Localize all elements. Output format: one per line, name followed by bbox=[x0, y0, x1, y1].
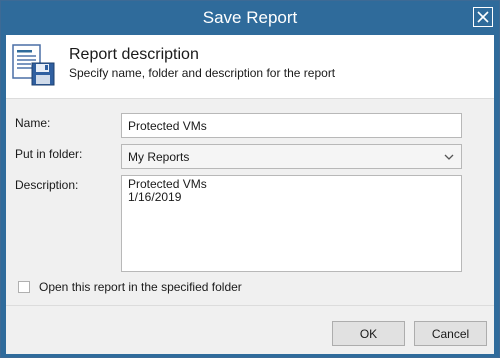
header-subtitle: Specify name, folder and description for… bbox=[69, 66, 336, 80]
window-title: Save Report bbox=[202, 8, 298, 27]
report-save-icon bbox=[12, 44, 55, 86]
close-icon bbox=[477, 11, 489, 23]
save-report-dialog: Save Report Report description Specify n… bbox=[0, 0, 500, 358]
open-report-label: Open this report in the specified folder bbox=[39, 280, 242, 294]
report-form: Name: Protected VMs Put in folder: My Re… bbox=[6, 99, 494, 307]
folder-label: Put in folder: bbox=[15, 147, 83, 161]
description-label: Description: bbox=[15, 178, 79, 192]
close-button[interactable] bbox=[473, 7, 493, 27]
chevron-down-icon[interactable] bbox=[437, 145, 461, 168]
folder-select[interactable]: My Reports bbox=[121, 144, 462, 169]
folder-select-value: My Reports bbox=[128, 150, 190, 164]
dialog-body: Report description Specify name, folder … bbox=[6, 35, 494, 354]
open-report-checkbox[interactable] bbox=[18, 281, 30, 293]
ok-button[interactable]: OK bbox=[332, 321, 405, 346]
description-line: 1/16/2019 bbox=[128, 190, 182, 204]
cancel-button[interactable]: Cancel bbox=[414, 321, 487, 346]
dialog-header: Report description Specify name, folder … bbox=[6, 35, 494, 99]
name-field[interactable]: Protected VMs bbox=[121, 113, 462, 138]
description-field[interactable]: Protected VMs 1/16/2019 bbox=[121, 175, 462, 272]
header-title: Report description bbox=[69, 46, 199, 63]
dialog-footer: OK Cancel bbox=[6, 305, 494, 354]
open-report-option[interactable]: Open this report in the specified folder bbox=[18, 279, 242, 295]
name-label: Name: bbox=[15, 116, 51, 130]
title-bar[interactable]: Save Report bbox=[1, 1, 499, 35]
